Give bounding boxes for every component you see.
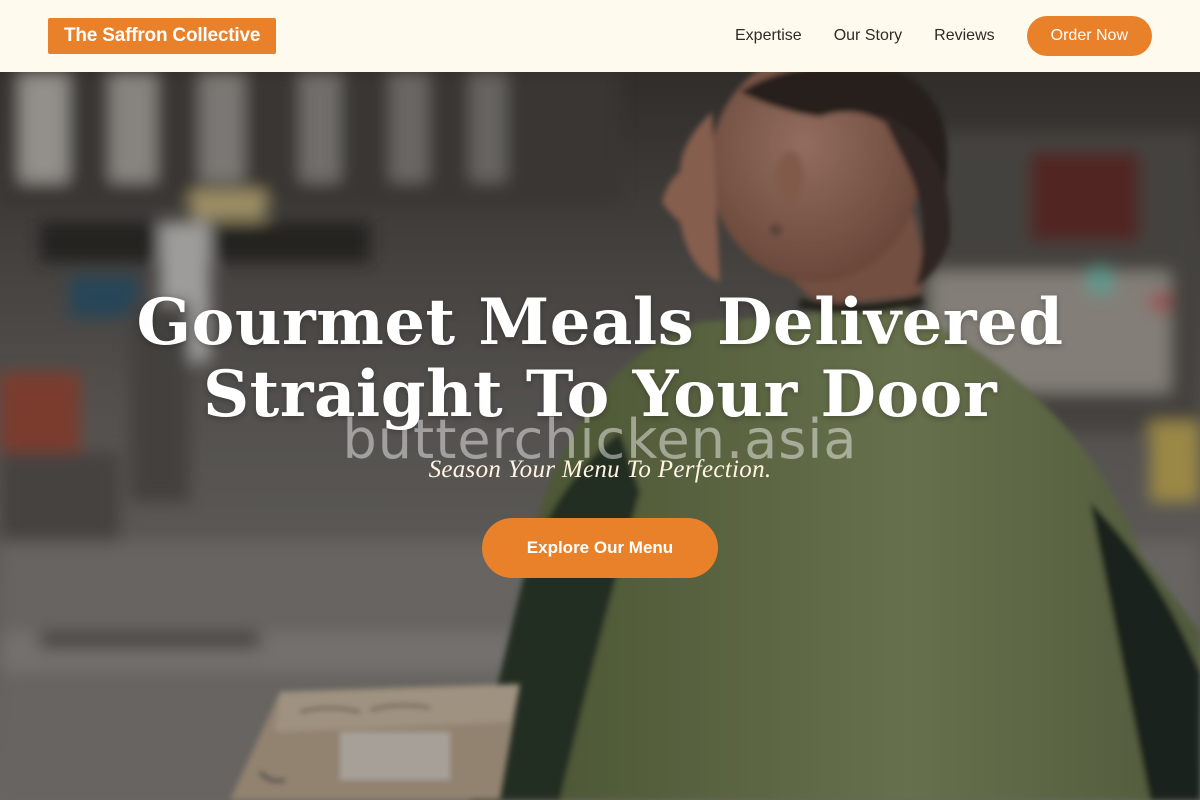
main-nav: Expertise Our Story Reviews Order Now: [735, 16, 1152, 56]
nav-link-our-story[interactable]: Our Story: [834, 27, 902, 45]
hero-tagline: Season Your Menu To Perfection.: [428, 456, 772, 483]
nav-link-reviews[interactable]: Reviews: [934, 27, 994, 45]
brand-logo[interactable]: The Saffron Collective: [48, 18, 277, 54]
hero-section: Gourmet Meals Delivered Straight To Your…: [0, 72, 1200, 800]
site-header: The Saffron Collective Expertise Our Sto…: [0, 0, 1200, 72]
hero-headline-line1: Gourmet Meals Delivered: [136, 285, 1064, 360]
order-now-button[interactable]: Order Now: [1026, 16, 1152, 56]
nav-link-expertise[interactable]: Expertise: [735, 27, 802, 45]
page: The Saffron Collective Expertise Our Sto…: [0, 0, 1200, 800]
explore-menu-button[interactable]: Explore Our Menu: [482, 518, 718, 578]
